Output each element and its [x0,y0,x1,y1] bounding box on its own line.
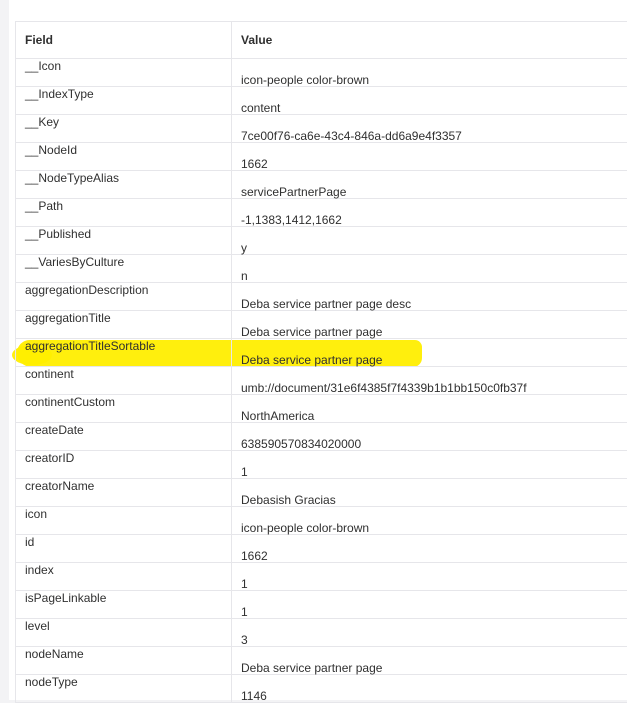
table-row: index 1 [16,563,627,591]
value-column-header: Value [241,33,273,47]
field-cell: aggregationTitleSortable [25,339,156,353]
column-divider [231,647,232,674]
field-cell: __VariesByCulture [25,255,125,269]
value-cell: icon-people color-brown [241,73,370,87]
column-divider [231,59,232,86]
value-cell: icon-people color-brown [241,521,370,535]
field-cell: continent [25,367,74,381]
table-header-row: Field Value [16,22,627,59]
value-cell: Deba service partner page [241,661,383,675]
column-divider [231,479,232,506]
table-row: isPageLinkable 1 [16,591,627,619]
table-row: __Key 7ce00f76-ca6e-43c4-846a-dd6a9e4f335… [16,115,627,143]
field-cell: nodeType [25,675,78,689]
column-divider [231,22,232,58]
field-value-table: Field Value __Icon icon-people color-brow… [15,21,627,703]
column-divider [231,675,232,702]
column-divider [231,199,232,226]
table-row: level 3 [16,619,627,647]
table-row: __IndexTypecontent [16,87,627,115]
field-cell: creatorID [25,451,75,465]
value-cell: 638590570834020000 [241,437,362,451]
field-cell: index [25,563,54,577]
column-divider [231,339,232,366]
field-cell: nodeName [25,647,84,661]
column-divider [231,311,232,338]
column-divider [231,423,232,450]
column-divider [231,591,232,618]
column-divider [231,171,232,198]
table-row: id 1662 [16,535,627,563]
field-cell: level [25,619,50,633]
field-cell: __IndexType [25,87,94,101]
table-row: __Publishedy [16,227,627,255]
field-column-header: Field [25,33,54,47]
column-divider [231,451,232,478]
value-cell: 1146 [241,689,267,703]
table-row: creatorID 1 [16,451,627,479]
table-row: __Path -1,1383,1412,1662 [16,199,627,227]
field-cell: isPageLinkable [25,591,107,605]
column-divider [231,115,232,142]
column-divider [231,227,232,254]
table-row: icon icon-people color-brown [16,507,627,535]
value-cell: Debasish Gracias [241,493,336,507]
value-cell: 1 [241,577,248,591]
value-cell: servicePartnerPage [241,185,347,199]
column-divider [231,619,232,646]
field-cell: __Key [25,115,60,129]
value-cell: 1 [241,605,248,619]
column-divider [231,143,232,170]
table-body: __Icon icon-people color-brown __IndexType… [16,59,627,703]
field-cell: __Icon [25,59,62,73]
value-cell: 1 [241,465,248,479]
field-cell: createDate [25,423,84,437]
field-cell: __Path [25,199,64,213]
column-divider [231,535,232,562]
value-cell: NorthAmerica [241,409,315,423]
field-cell: aggregationTitle [25,311,111,325]
column-divider [231,507,232,534]
field-cell: __Published [25,227,92,241]
table-row: __NodeId 1662 [16,143,627,171]
field-cell: __NodeId [25,143,78,157]
field-cell: continentCustom [25,395,116,409]
table-row: creatorName Debasish Gracias [16,479,627,507]
value-cell: -1,1383,1412,1662 [241,213,342,227]
value-cell: Deba service partner page [241,353,383,367]
table-row: __VariesByCulturen [16,255,627,283]
field-cell: id [25,535,35,549]
field-cell: icon [25,507,48,521]
table-row: aggregationDescription Deba service partn… [16,283,627,311]
value-cell: 3 [241,633,248,647]
value-cell: umb://document/31e6f4385f7f4339b1b1bb150… [241,381,527,395]
value-cell: Deba service partner page desc [241,297,412,311]
column-divider [231,87,232,114]
table-row: nodeName Deba service partner page [16,647,627,675]
column-divider [231,395,232,422]
column-divider [231,367,232,394]
table-row: createDate 638590570834020000 [16,423,627,451]
column-divider [231,255,232,282]
column-divider [231,563,232,590]
value-cell: y [241,241,247,255]
value-cell: n [241,269,248,283]
table-row: aggregationTitle Deba service partner pag… [16,311,627,339]
column-divider [231,283,232,310]
value-cell: 1662 [241,549,268,563]
table-row-highlighted: aggregationTitleSortable Deba service par… [16,339,627,367]
field-cell: aggregationDescription [25,283,149,297]
value-cell: content [241,101,281,115]
table-row: __NodeTypeAlias servicePartnerPage [16,171,627,199]
value-cell: 7ce00f76-ca6e-43c4-846a-dd6a9e4f3357 [241,129,462,143]
table-row: continentCustom NorthAmerica [16,395,627,423]
table-row: nodeType 1146 [16,675,627,703]
field-cell: creatorName [25,479,95,493]
table-row: __Icon icon-people color-brown [16,59,627,87]
value-cell: Deba service partner page [241,325,383,339]
field-cell: __NodeTypeAlias [25,171,120,185]
value-cell: 1662 [241,157,268,171]
table-row: continent umb://document/31e6f4385f7f4339… [16,367,627,395]
